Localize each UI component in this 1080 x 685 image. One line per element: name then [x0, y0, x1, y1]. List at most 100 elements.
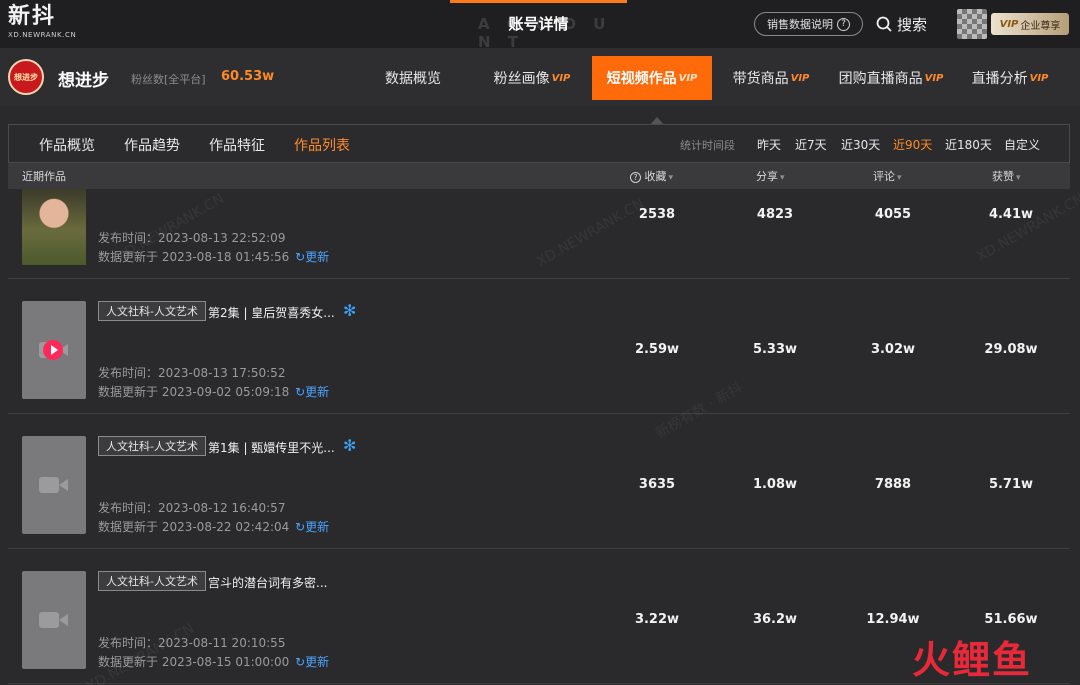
- question-circle-icon: ?: [837, 17, 850, 31]
- publish-time: 发布时间：2023-08-12 16:40:57: [98, 501, 286, 515]
- page-title-wrap: A C C O U N T 账号详情: [450, 0, 627, 51]
- table-row[interactable]: 人文社科-人文艺术 宫斗的潜台词有多密... 发布时间：2023-08-11 2…: [8, 549, 1070, 684]
- table-row[interactable]: 发布时间：2023-08-13 22:52:09 数据更新于 2023-08-1…: [8, 189, 1070, 279]
- page-title: 账号详情: [508, 15, 569, 33]
- subtab-works-list[interactable]: 作品列表: [294, 135, 350, 155]
- search-button[interactable]: 搜索: [876, 12, 927, 36]
- question-circle-icon: ?: [630, 172, 641, 183]
- refresh-link-label: 更新: [305, 250, 330, 264]
- sort-caret-icon: ▾: [780, 173, 785, 183]
- category-tag: 人文社科-人文艺术: [98, 301, 206, 321]
- col-share[interactable]: 分享 ▾: [756, 168, 785, 184]
- subtab-works-features[interactable]: 作品特征: [209, 135, 265, 155]
- period-90d[interactable]: 近90天: [893, 136, 932, 153]
- period-180d[interactable]: 近180天: [945, 136, 992, 153]
- col-share-label: 分享: [756, 170, 778, 183]
- sales-data-help-button[interactable]: 销售数据说明 ?: [754, 12, 863, 36]
- refresh-link-label: 更新: [305, 520, 330, 534]
- newrank-logo[interactable]: 新抖 XD.NEWRANK.CN: [8, 4, 88, 44]
- like-value: 4.41w: [988, 207, 1034, 222]
- user-avatar[interactable]: [957, 9, 987, 39]
- col-comment-label: 评论: [873, 170, 895, 183]
- refresh-link[interactable]: ↻更新: [295, 250, 329, 264]
- tab-live-analysis[interactable]: 直播分析 VIP: [964, 56, 1056, 100]
- col-recent-works: 近期作品: [22, 170, 66, 183]
- data-update-text: 数据更新于 2023-08-18 01:45:56: [98, 250, 290, 264]
- video-title[interactable]: 第2集 | 皇后贺喜秀女...: [208, 304, 335, 321]
- video-thumbnail[interactable]: [22, 189, 86, 265]
- period-7d[interactable]: 近7天: [795, 136, 827, 153]
- app-root: 新抖 XD.NEWRANK.CN A C C O U N T 账号详情 销售数据…: [0, 0, 1080, 685]
- publish-time: 发布时间：2023-08-13 22:52:09: [98, 231, 286, 245]
- category-tag: 人文社科-人文艺术: [98, 436, 206, 456]
- sort-caret-icon: ▾: [897, 173, 902, 183]
- video-thumbnail[interactable]: [22, 571, 86, 669]
- col-collect-label: 收藏: [644, 170, 667, 183]
- tab-label: 直播分析: [971, 71, 1028, 87]
- vip-badge-vip: VIP: [999, 18, 1019, 30]
- refresh-link-label: 更新: [305, 655, 330, 669]
- share-value: 36.2w: [752, 612, 798, 627]
- table-row[interactable]: 人文社科-人文艺术 第2集 | 皇后贺喜秀女... ✻ 发布时间：2023-08…: [8, 279, 1070, 414]
- period-yesterday[interactable]: 昨天: [757, 136, 781, 153]
- refresh-icon: ↻: [295, 520, 306, 534]
- col-collect[interactable]: ? 收藏 ▾: [630, 168, 673, 184]
- share-value: 4823: [756, 207, 794, 222]
- collect-value: 3.22w: [634, 612, 680, 627]
- snowflake-icon: ✻: [343, 436, 357, 455]
- tab-goods[interactable]: 带货商品 VIP: [724, 56, 818, 100]
- account-name: 想进步: [58, 71, 109, 91]
- enterprise-vip-badge[interactable]: VIP 企业尊享: [991, 13, 1069, 35]
- video-title[interactable]: 宫斗的潜台词有多密...: [208, 574, 327, 591]
- refresh-link-label: 更新: [305, 385, 330, 399]
- search-icon: [876, 16, 892, 32]
- collect-value: 2.59w: [634, 342, 680, 357]
- category-tag: 人文社科-人文艺术: [98, 571, 206, 591]
- tab-label: 粉丝画像: [493, 71, 550, 87]
- period-30d[interactable]: 近30天: [841, 136, 880, 153]
- collect-value: 3635: [638, 477, 676, 492]
- logo-sub-text: XD.NEWRANK.CN: [8, 31, 77, 39]
- publish-time: 发布时间：2023-08-13 17:50:52: [98, 366, 286, 380]
- subtab-works-overview[interactable]: 作品概览: [39, 135, 95, 155]
- tab-group-live-goods[interactable]: 团购直播商品 VIP: [832, 56, 950, 100]
- sort-caret-icon: ▾: [668, 173, 674, 183]
- data-update-text: 数据更新于 2023-09-02 05:09:18: [98, 385, 290, 399]
- search-label: 搜索: [897, 15, 928, 34]
- fans-count-label: 粉丝数[全平台]: [131, 73, 206, 86]
- data-update-time: 数据更新于 2023-09-02 05:09:18 ↻更新: [98, 383, 329, 400]
- tab-label: 团购直播商品: [838, 71, 923, 87]
- video-title[interactable]: 第1集 | 甄嬛传里不光...: [208, 439, 335, 456]
- top-header: 新抖 XD.NEWRANK.CN A C C O U N T 账号详情 销售数据…: [0, 0, 1080, 51]
- vip-tag: VIP: [1029, 72, 1049, 84]
- comment-value: 12.94w: [866, 612, 920, 627]
- refresh-link[interactable]: ↻更新: [295, 655, 329, 669]
- refresh-link[interactable]: ↻更新: [295, 520, 329, 534]
- subtab-works-trend[interactable]: 作品趋势: [124, 135, 180, 155]
- publish-time: 发布时间：2023-08-11 20:10:55: [98, 636, 286, 650]
- snowflake-icon: ✻: [343, 301, 357, 320]
- vip-tag: VIP: [678, 72, 698, 84]
- col-comment[interactable]: 评论 ▾: [873, 168, 902, 184]
- video-thumbnail[interactable]: [22, 436, 86, 534]
- account-avatar: 想进步: [8, 59, 44, 95]
- data-update-text: 数据更新于 2023-08-22 02:42:04: [98, 520, 290, 534]
- period-custom[interactable]: 自定义: [1004, 136, 1040, 153]
- table-row[interactable]: 人文社科-人文艺术 第1集 | 甄嬛传里不光... ✻ 发布时间：2023-08…: [8, 414, 1070, 549]
- col-like[interactable]: 获赞 ▾: [992, 168, 1021, 184]
- tab-label: 带货商品: [732, 71, 789, 87]
- tab-short-video-works[interactable]: 短视频作品 VIP: [592, 56, 712, 100]
- video-thumbnail[interactable]: [22, 301, 86, 399]
- refresh-icon: ↻: [295, 385, 306, 399]
- tab-label: 短视频作品: [606, 71, 677, 87]
- comment-value: 3.02w: [870, 342, 916, 357]
- like-value: 5.71w: [988, 477, 1034, 492]
- tab-fans-profile[interactable]: 粉丝画像 VIP: [484, 56, 580, 100]
- data-update-text: 数据更新于 2023-08-15 01:00:00: [98, 655, 290, 669]
- data-update-time: 数据更新于 2023-08-18 01:45:56 ↻更新: [98, 248, 329, 265]
- data-update-time: 数据更新于 2023-08-22 02:42:04 ↻更新: [98, 518, 329, 535]
- vip-tag: VIP: [790, 72, 810, 84]
- tab-data-overview[interactable]: 数据概览: [372, 56, 454, 100]
- refresh-icon: ↻: [295, 655, 306, 669]
- refresh-link[interactable]: ↻更新: [295, 385, 329, 399]
